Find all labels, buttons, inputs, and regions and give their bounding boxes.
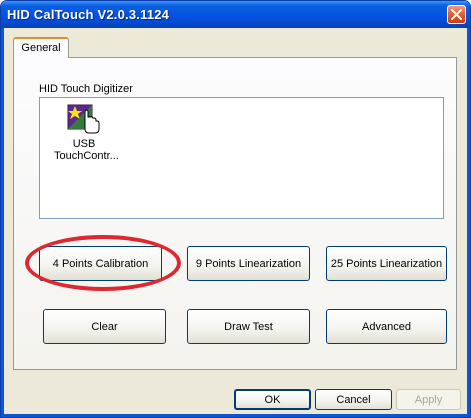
apply-button[interactable]: Apply: [396, 389, 461, 410]
window-border-bottom: [1, 414, 470, 417]
ok-label: OK: [264, 393, 281, 406]
draw-test-button[interactable]: Draw Test: [187, 309, 310, 344]
device-group-label: HID Touch Digitizer: [39, 83, 133, 95]
apply-label: Apply: [414, 393, 443, 406]
window-border-left: [1, 28, 4, 417]
draw-test-label: Draw Test: [224, 320, 273, 333]
calibration-4-points-button[interactable]: 4 Points Calibration: [39, 246, 162, 281]
window-title: HID CalTouch V2.0.3.1124: [7, 7, 170, 22]
touch-device-icon: [67, 102, 101, 136]
linearization-25-points-button[interactable]: 25 Points Linearization: [326, 246, 447, 281]
dialog-window: HID CalTouch V2.0.3.1124 General HID Tou…: [0, 0, 471, 418]
linearization-9-points-button[interactable]: 9 Points Linearization: [187, 246, 310, 281]
cancel-button[interactable]: Cancel: [315, 389, 392, 410]
advanced-label: Advanced: [362, 320, 411, 333]
linearization-9-points-label: 9 Points Linearization: [195, 257, 302, 270]
tab-general-label: General: [21, 42, 61, 54]
close-icon: [451, 9, 462, 20]
title-bar[interactable]: HID CalTouch V2.0.3.1124: [1, 1, 470, 28]
close-button[interactable]: [447, 5, 466, 24]
ok-button[interactable]: OK: [234, 389, 311, 410]
calibration-4-points-label: 4 Points Calibration: [52, 257, 149, 270]
clear-button[interactable]: Clear: [43, 309, 166, 344]
cancel-label: Cancel: [336, 393, 371, 406]
device-item[interactable]: USB TouchContr...: [54, 102, 119, 162]
device-list[interactable]: USB TouchContr...: [39, 97, 444, 219]
advanced-button[interactable]: Advanced: [326, 309, 447, 344]
linearization-25-points-label: 25 Points Linearization: [330, 257, 443, 270]
device-label: USB TouchContr...: [54, 138, 119, 162]
clear-label: Clear: [91, 320, 118, 333]
window-border-right: [467, 28, 470, 417]
tab-general[interactable]: General: [13, 37, 69, 58]
